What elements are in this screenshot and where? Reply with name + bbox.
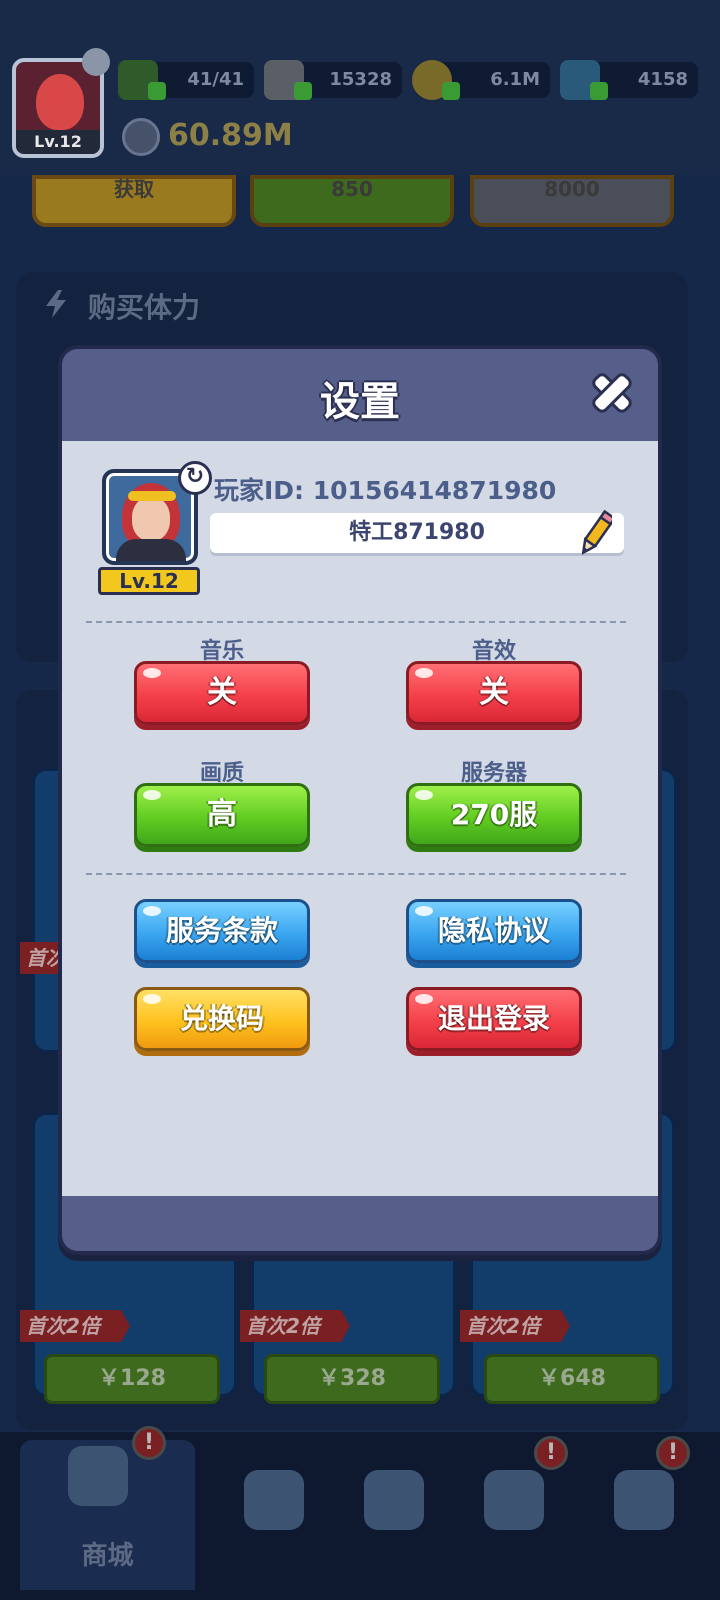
quality-value: 高 (207, 797, 237, 832)
server-button[interactable]: 270服 (406, 783, 582, 847)
sfx-toggle[interactable]: 关 (406, 661, 582, 725)
terms-label: 服务条款 (165, 914, 278, 947)
close-icon[interactable] (588, 369, 636, 417)
player-id: 玩家ID: 10156414871980 (214, 476, 557, 505)
music-value: 关 (207, 675, 237, 710)
dialog-body: ↻ Lv.12 玩家ID: 10156414871980 特工871980 音乐… (62, 441, 658, 1196)
divider (86, 873, 626, 875)
quality-button[interactable]: 高 (134, 783, 310, 847)
player-name: 特工871980 (349, 520, 485, 545)
terms-button[interactable]: 服务条款 (134, 899, 310, 963)
logout-label: 退出登录 (437, 1002, 550, 1035)
avatar-suit (116, 539, 186, 561)
dialog-header: 设置 (62, 349, 658, 441)
level-badge: Lv.12 (98, 567, 200, 595)
server-value: 270服 (450, 798, 538, 831)
privacy-label: 隐私协议 (437, 914, 550, 947)
swap-icon[interactable]: ↻ (178, 461, 212, 495)
privacy-button[interactable]: 隐私协议 (406, 899, 582, 963)
avatar-face (132, 497, 170, 541)
player-name-field[interactable]: 特工871980 (210, 513, 624, 553)
dialog-title: 设置 (320, 379, 400, 425)
redeem-label: 兑换码 (179, 1002, 264, 1035)
avatar-glasses (128, 491, 176, 501)
divider (86, 621, 626, 623)
sfx-value: 关 (479, 675, 509, 710)
music-toggle[interactable]: 关 (134, 661, 310, 725)
pencil-icon[interactable] (582, 507, 612, 559)
logout-button[interactable]: 退出登录 (406, 987, 582, 1051)
redeem-code-button[interactable]: 兑换码 (134, 987, 310, 1051)
settings-dialog: 设置 ↻ Lv.12 玩家ID: 10156414871980 特工871980… (58, 345, 662, 1255)
dialog-footer (62, 1196, 658, 1251)
